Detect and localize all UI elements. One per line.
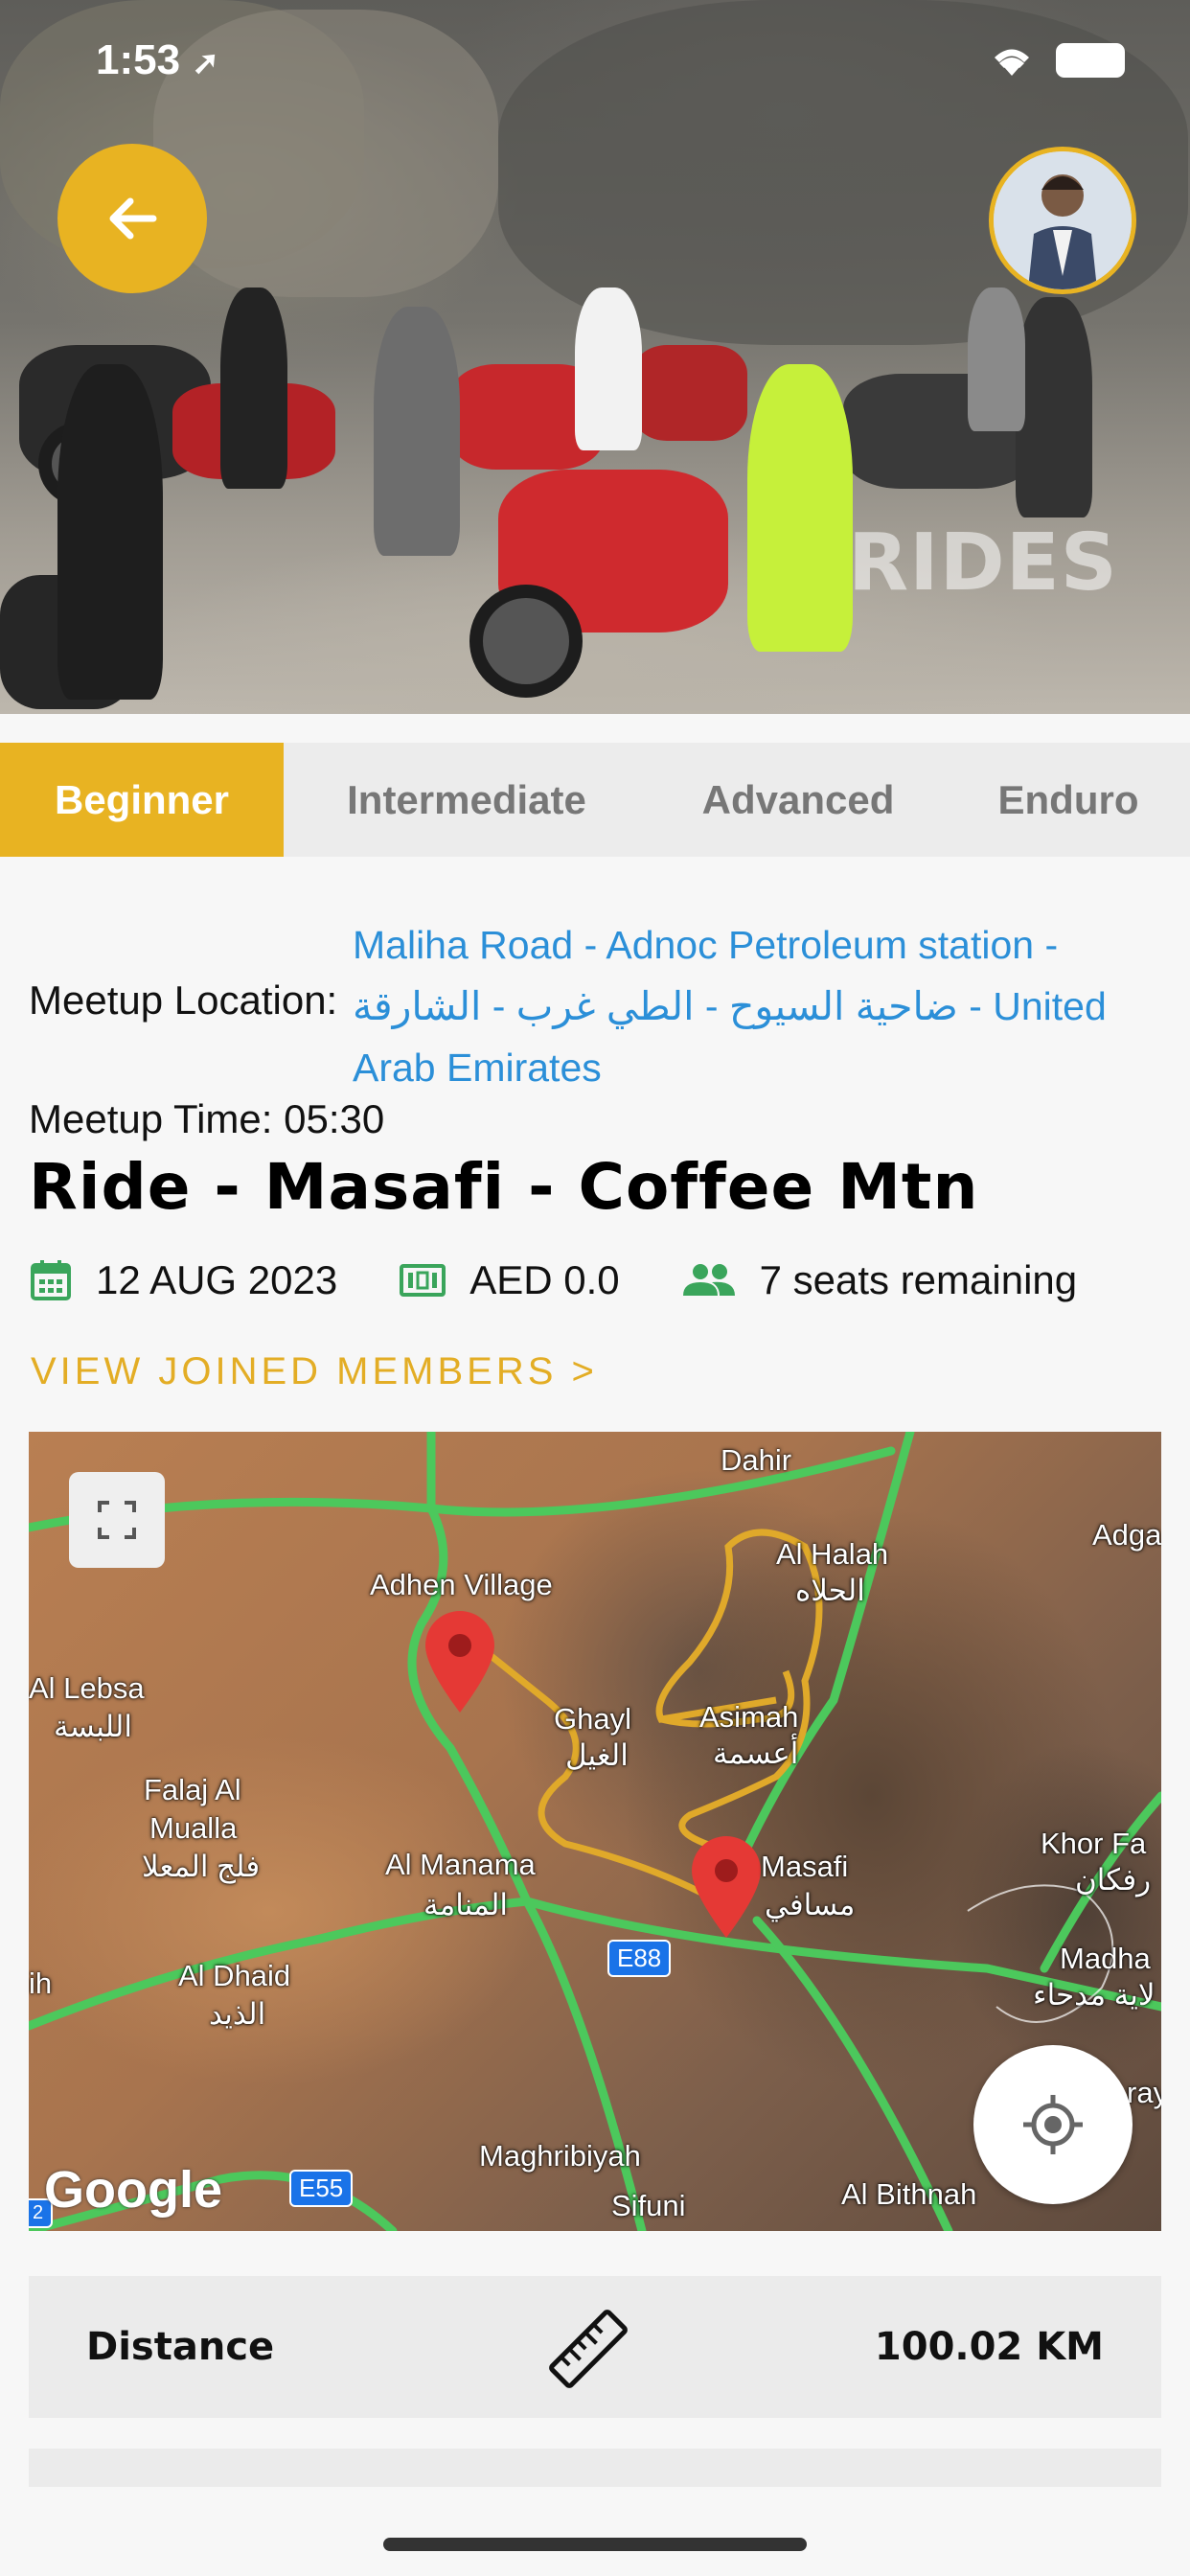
rider xyxy=(968,288,1025,431)
road-shield-e55: E55 xyxy=(289,2170,354,2207)
meetup-time: Meetup Time: 05:30 xyxy=(29,1096,385,1141)
map-label: اللبسة xyxy=(54,1710,132,1743)
distance-label: Distance xyxy=(86,2325,275,2369)
rider xyxy=(220,288,287,489)
map-label: فلج المعلا xyxy=(142,1850,261,1883)
map-label: الحلاه xyxy=(795,1574,865,1607)
user-avatar[interactable] xyxy=(989,147,1136,294)
map-label: المنامة xyxy=(423,1888,509,1921)
map-label: ih xyxy=(29,1966,53,2000)
status-time-text: 1:53 xyxy=(96,36,181,83)
level-tabs: Beginner Intermediate Advanced Enduro xyxy=(0,743,1190,857)
map-label: Mualla xyxy=(149,1811,238,1845)
ride-price-text: AED 0.0 xyxy=(469,1257,620,1302)
map-label: Al Lebsa xyxy=(29,1671,145,1705)
rider xyxy=(1016,297,1092,518)
tab-beginner[interactable]: Beginner xyxy=(0,743,284,857)
map-label: Ghayl xyxy=(554,1702,631,1736)
home-indicator[interactable] xyxy=(383,2538,807,2551)
road-shield-e88: E88 xyxy=(607,1940,672,1977)
map-label: Adhen Village xyxy=(370,1568,553,1601)
map-label: أعسمة xyxy=(713,1736,799,1770)
location-arrow-icon: ➚ xyxy=(192,45,219,81)
wifi-icon xyxy=(995,49,1029,76)
map-label: Asimah xyxy=(699,1700,799,1734)
motorcycle xyxy=(632,345,747,441)
view-joined-members-link[interactable]: VIEW JOINED MEMBERS > xyxy=(31,1350,598,1393)
map-label: مسافي xyxy=(765,1888,856,1921)
rider xyxy=(575,288,642,450)
tab-intermediate[interactable]: Intermediate xyxy=(284,743,650,857)
arrow-left-icon xyxy=(109,197,157,240)
meetup-location-link[interactable]: Maliha Road - Adnoc Petroleum station - … xyxy=(353,914,1148,1098)
map-label: الذيد xyxy=(209,1997,266,2031)
map-label: Sifuni xyxy=(611,2189,686,2222)
rider xyxy=(374,307,460,556)
map-label: الغيل xyxy=(565,1738,629,1772)
ruler-icon xyxy=(549,2310,628,2388)
map-label: Falaj Al xyxy=(144,1773,241,1806)
ride-seats: 7 seats remaining xyxy=(681,1257,1078,1303)
map-label: Madha xyxy=(1060,1942,1151,1975)
map-label: Al Manama xyxy=(385,1848,536,1881)
rider xyxy=(57,364,163,700)
money-icon xyxy=(400,1264,446,1297)
map-label: Maghribiyah xyxy=(479,2139,641,2173)
map-label: رفكان xyxy=(1075,1863,1152,1897)
meetup-location-label: Meetup Location: xyxy=(29,978,338,1023)
expand-icon xyxy=(98,1501,136,1539)
route-map[interactable]: Dahir Al Halah الحلاه Adga Adhen Village… xyxy=(29,1432,1161,2231)
my-location-button[interactable] xyxy=(973,2045,1133,2204)
ride-date-text: 12 AUG 2023 xyxy=(96,1257,338,1302)
map-label: Al Halah xyxy=(776,1537,889,1571)
map-label: Masafi xyxy=(761,1850,849,1883)
calendar-icon xyxy=(31,1260,71,1300)
next-stat-row xyxy=(29,2449,1161,2487)
back-button[interactable] xyxy=(57,144,207,293)
ride-meta: 12 AUG 2023 AED 0.0 7 seats remaining xyxy=(29,1257,1138,1303)
hero-watermark: RIDES xyxy=(848,518,1118,609)
rider xyxy=(747,364,853,652)
map-label: لاية مدحاء xyxy=(1033,1978,1156,2012)
start-pin-icon[interactable] xyxy=(422,1609,498,1714)
status-icons xyxy=(989,43,1125,78)
tab-advanced[interactable]: Advanced xyxy=(650,743,947,857)
map-label: Adga xyxy=(1092,1518,1161,1552)
hero-image: RIDES xyxy=(0,0,1190,714)
ride-price: AED 0.0 xyxy=(399,1257,620,1303)
distance-row: Distance 100.02 KM xyxy=(29,2276,1161,2418)
user-photo xyxy=(994,151,1132,289)
crosshair-icon xyxy=(1023,2095,1083,2154)
map-label: Al Dhaid xyxy=(178,1959,291,1992)
ride-date: 12 AUG 2023 xyxy=(29,1257,337,1303)
ride-title: Ride - Masafi - Coffee Mtn xyxy=(29,1150,979,1224)
status-time: 1:53 ➚ xyxy=(96,36,219,84)
tab-enduro[interactable]: Enduro xyxy=(947,743,1190,857)
ride-seats-text: 7 seats remaining xyxy=(759,1257,1078,1302)
map-label: Dahir xyxy=(721,1443,792,1477)
battery-icon xyxy=(1056,43,1125,78)
map-label: ray xyxy=(1127,2076,1161,2109)
map-label: Khor Fa xyxy=(1041,1827,1147,1860)
google-attribution: Google xyxy=(44,2161,222,2219)
map-label: Al Bithnah xyxy=(841,2177,977,2211)
distance-value: 100.02 KM xyxy=(874,2325,1104,2369)
motorcycle-wheel xyxy=(469,585,583,698)
people-icon xyxy=(682,1264,735,1296)
end-pin-icon[interactable] xyxy=(688,1834,765,1940)
fullscreen-button[interactable] xyxy=(69,1472,165,1568)
